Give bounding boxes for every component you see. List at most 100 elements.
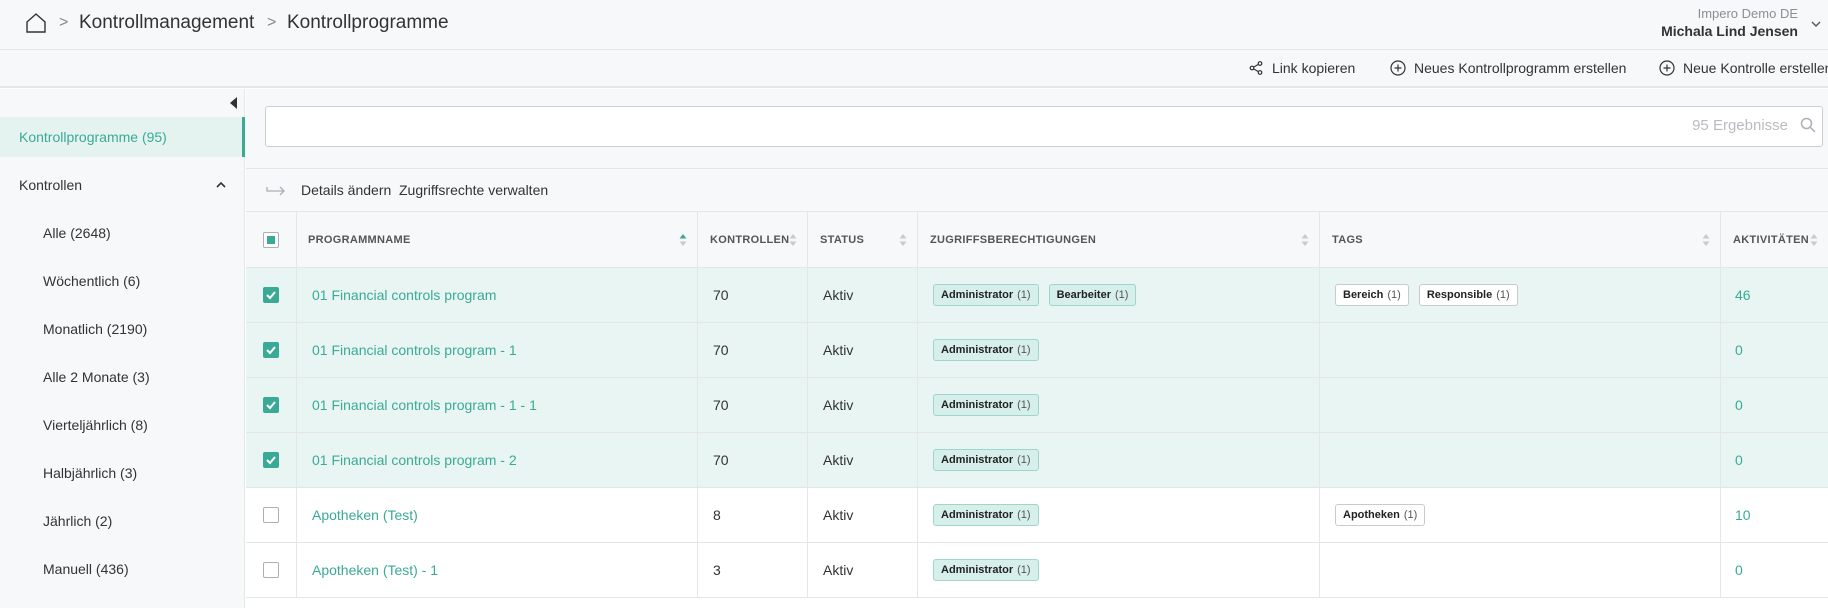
column-header-tags[interactable]: Tags bbox=[1320, 212, 1721, 267]
home-icon[interactable] bbox=[24, 11, 48, 35]
column-header-activities[interactable]: Aktivitäten bbox=[1721, 212, 1828, 267]
activities-cell: 0 bbox=[1721, 323, 1828, 377]
sidebar-item-programs[interactable]: Kontrollprogramme (95) bbox=[0, 117, 245, 157]
breadcrumb-control-management[interactable]: Kontrollmanagement bbox=[79, 12, 254, 34]
sidebar-item-monthly[interactable]: Monatlich (2190) bbox=[0, 309, 245, 349]
access-badge[interactable]: Administrator (1) bbox=[933, 449, 1039, 471]
select-all-cell bbox=[246, 212, 297, 267]
sidebar-item-weekly[interactable]: Wöchentlich (6) bbox=[0, 261, 245, 301]
sidebar-item-semiannual[interactable]: Halbjährlich (3) bbox=[0, 453, 245, 493]
table-row[interactable]: 01 Financial controls program - 1 - 1 70 A… bbox=[246, 378, 1828, 433]
access-badge[interactable]: Bearbeiter (1) bbox=[1048, 284, 1137, 306]
badge-label: Bearbeiter bbox=[1056, 289, 1111, 301]
sidebar-section-label: Kontrollen bbox=[19, 177, 83, 193]
access-badge[interactable]: Administrator (1) bbox=[933, 504, 1039, 526]
activities-link[interactable]: 46 bbox=[1735, 287, 1751, 303]
badge-count: (1) bbox=[1017, 399, 1031, 411]
table-row[interactable]: Apotheken (Test) 8 Aktiv Administrator (1) Ap… bbox=[246, 488, 1828, 543]
program-name-link[interactable]: 01 Financial controls program - 1 bbox=[312, 342, 517, 358]
column-header-controls[interactable]: Kontrollen bbox=[698, 212, 808, 267]
new-control-button[interactable]: Neue Kontrolle erstellen bbox=[1659, 60, 1828, 76]
chevron-down-icon[interactable] bbox=[1810, 18, 1822, 30]
activities-link[interactable]: 10 bbox=[1735, 507, 1751, 523]
activities-link[interactable]: 0 bbox=[1735, 452, 1743, 468]
activities-cell: 10 bbox=[1721, 488, 1828, 542]
bulk-action-toolbar: Details ändern Zugriffsrechte verwalten bbox=[246, 168, 1828, 212]
row-checkbox-cell bbox=[246, 543, 297, 597]
status-cell: Aktiv bbox=[808, 543, 918, 597]
badge-label: Administrator bbox=[941, 509, 1014, 521]
access-cell: Administrator (1) bbox=[918, 378, 1320, 432]
row-checkbox[interactable] bbox=[263, 287, 279, 303]
search-input[interactable] bbox=[265, 106, 1823, 147]
sort-icon bbox=[1301, 234, 1309, 246]
access-cell: Administrator (1) bbox=[918, 488, 1320, 542]
activities-cell: 46 bbox=[1721, 268, 1828, 322]
tag-badge[interactable]: Apotheken (1) bbox=[1335, 504, 1426, 526]
user-name[interactable]: Michala Lind Jensen bbox=[1661, 23, 1798, 39]
sidebar-item-bimonthly[interactable]: Alle 2 Monate (3) bbox=[0, 357, 245, 397]
badge-count: (1) bbox=[1403, 509, 1418, 521]
program-name-link[interactable]: 01 Financial controls program bbox=[312, 287, 496, 303]
search-icon[interactable] bbox=[1800, 117, 1816, 133]
access-badge[interactable]: Administrator (1) bbox=[933, 339, 1039, 361]
row-checkbox[interactable] bbox=[263, 562, 279, 578]
search-area: 95 Ergebnisse bbox=[246, 89, 1828, 168]
sidebar-section-controls[interactable]: Kontrollen bbox=[0, 165, 245, 205]
controls-count-cell: 70 bbox=[698, 378, 808, 432]
sidebar-item-all[interactable]: Alle (2648) bbox=[0, 213, 245, 253]
badge-count: (1) bbox=[1017, 454, 1031, 466]
tags-cell bbox=[1320, 378, 1721, 432]
badge-label: Bereich bbox=[1343, 289, 1384, 301]
badge-label: Administrator bbox=[941, 289, 1014, 301]
access-cell: Administrator (1) bbox=[918, 543, 1320, 597]
access-badge[interactable]: Administrator (1) bbox=[933, 284, 1039, 306]
row-checkbox[interactable] bbox=[263, 397, 279, 413]
chevron-up-icon bbox=[216, 181, 226, 188]
sort-icon bbox=[1810, 234, 1818, 246]
column-header-status[interactable]: Status bbox=[808, 212, 918, 267]
controls-count-cell: 70 bbox=[698, 268, 808, 322]
column-header-access[interactable]: Zugriffsberechtigungen bbox=[918, 212, 1320, 267]
access-badge[interactable]: Administrator (1) bbox=[933, 559, 1039, 581]
sidebar-item-annual[interactable]: Jährlich (2) bbox=[0, 501, 245, 541]
tags-cell bbox=[1320, 323, 1721, 377]
tags-cell: Bereich (1) Responsible (1) bbox=[1320, 268, 1721, 322]
select-all-checkbox[interactable] bbox=[263, 231, 279, 248]
table-row[interactable]: 01 Financial controls program - 1 70 Aktiv… bbox=[246, 323, 1828, 378]
activities-link[interactable]: 0 bbox=[1735, 342, 1743, 358]
status-cell: Aktiv bbox=[808, 268, 918, 322]
program-name-link[interactable]: 01 Financial controls program - 1 - 1 bbox=[312, 397, 537, 413]
sidebar-item-manual[interactable]: Manuell (436) bbox=[0, 549, 245, 589]
badge-count: (1) bbox=[1496, 289, 1510, 301]
column-header-label: Aktivitäten bbox=[1733, 233, 1810, 246]
program-name-link[interactable]: Apotheken (Test) bbox=[312, 507, 418, 523]
edit-details-button[interactable]: Details ändern bbox=[301, 182, 391, 198]
tag-badge[interactable]: Responsible (1) bbox=[1418, 284, 1518, 306]
badge-label: Administrator bbox=[941, 344, 1014, 356]
sidebar-item-quarterly[interactable]: Vierteljährlich (8) bbox=[0, 405, 245, 445]
new-program-button[interactable]: Neues Kontrollprogramm erstellen bbox=[1390, 60, 1626, 76]
table-row[interactable]: Apotheken (Test) - 1 3 Aktiv Administrator(… bbox=[246, 543, 1828, 598]
collapse-sidebar-icon[interactable] bbox=[229, 97, 239, 109]
activities-link[interactable]: 0 bbox=[1735, 397, 1743, 413]
row-checkbox[interactable] bbox=[263, 452, 279, 468]
tag-badge[interactable]: Bereich (1) bbox=[1335, 284, 1409, 306]
program-name-link[interactable]: 01 Financial controls program - 2 bbox=[312, 452, 517, 468]
row-checkbox[interactable] bbox=[263, 507, 279, 523]
row-checkbox[interactable] bbox=[263, 342, 279, 358]
access-badge[interactable]: Administrator (1) bbox=[933, 394, 1039, 416]
manage-access-button[interactable]: Zugriffsrechte verwalten bbox=[399, 182, 548, 198]
column-header-name[interactable]: Programmname bbox=[297, 212, 698, 267]
copy-link-label: Link kopieren bbox=[1272, 60, 1356, 76]
table-row[interactable]: 01 Financial controls program - 2 70 Aktiv… bbox=[246, 433, 1828, 488]
activities-link[interactable]: 0 bbox=[1735, 562, 1743, 578]
program-name-link[interactable]: Apotheken (Test) - 1 bbox=[312, 562, 438, 578]
copy-link-button[interactable]: Link kopieren bbox=[1248, 60, 1355, 76]
tags-cell bbox=[1320, 433, 1721, 487]
new-program-label: Neues Kontrollprogramm erstellen bbox=[1414, 60, 1627, 76]
row-checkbox-cell bbox=[246, 378, 297, 432]
badge-label: Administrator bbox=[941, 454, 1014, 466]
tags-cell: Apotheken (1) bbox=[1320, 488, 1721, 542]
table-row[interactable]: 01 Financial controls program 70 Aktiv Admi… bbox=[246, 268, 1828, 323]
